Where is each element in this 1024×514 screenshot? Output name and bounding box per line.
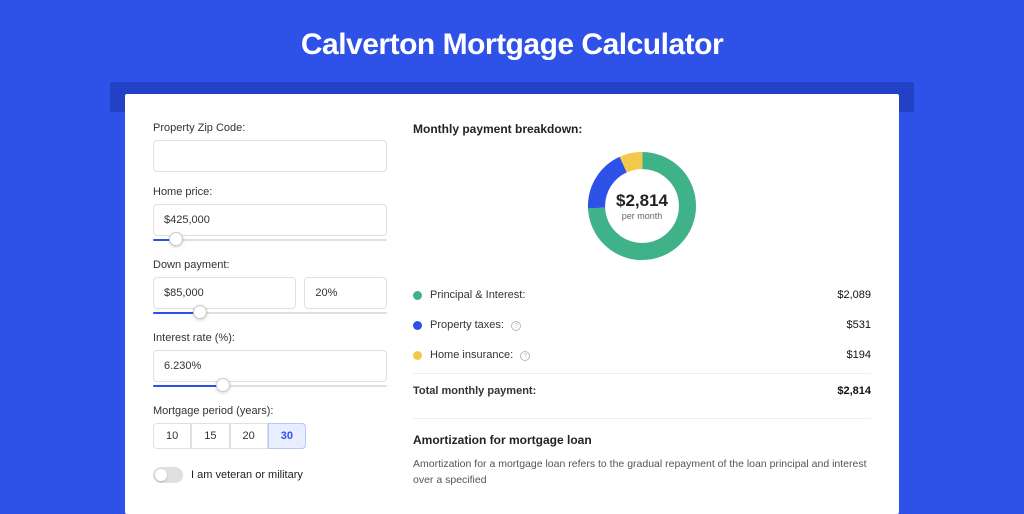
period-group: Mortgage period (years): 10 15 20 30: [153, 405, 387, 449]
info-icon[interactable]: ?: [520, 351, 530, 361]
veteran-toggle-row: I am veteran or military: [153, 467, 387, 483]
inputs-panel: Property Zip Code: Home price: Down paym…: [125, 94, 405, 514]
home-price-slider[interactable]: [153, 235, 387, 245]
home-price-input[interactable]: [153, 204, 387, 236]
donut-center-amount: $2,814: [616, 191, 668, 211]
legend-name: Home insurance: ?: [430, 349, 847, 361]
legend-name: Principal & Interest:: [430, 289, 837, 301]
legend-dot-icon: [413, 291, 422, 300]
slider-thumb[interactable]: [193, 305, 207, 319]
veteran-toggle[interactable]: [153, 467, 183, 483]
slider-thumb[interactable]: [169, 232, 183, 246]
legend-row-taxes: Property taxes: ? $531: [413, 310, 871, 340]
breakdown-panel: Monthly payment breakdown: $2,814 per mo…: [405, 94, 899, 514]
legend-row-principal: Principal & Interest: $2,089: [413, 280, 871, 310]
amortization-title: Amortization for mortgage loan: [413, 433, 871, 447]
amortization-section: Amortization for mortgage loan Amortizat…: [413, 418, 871, 489]
down-payment-input[interactable]: [153, 277, 296, 309]
veteran-label: I am veteran or military: [191, 469, 303, 481]
down-payment-group: Down payment:: [153, 259, 387, 318]
home-price-group: Home price:: [153, 186, 387, 245]
legend-value: $531: [847, 319, 871, 331]
period-option-20[interactable]: 20: [230, 423, 268, 449]
interest-rate-label: Interest rate (%):: [153, 332, 387, 344]
page-title: Calverton Mortgage Calculator: [0, 0, 1024, 82]
info-icon[interactable]: ?: [511, 321, 521, 331]
legend-dot-icon: [413, 351, 422, 360]
calculator-card: Property Zip Code: Home price: Down paym…: [125, 94, 899, 514]
total-label: Total monthly payment:: [413, 385, 837, 397]
breakdown-title: Monthly payment breakdown:: [413, 122, 871, 136]
legend-row-insurance: Home insurance: ? $194: [413, 340, 871, 370]
slider-thumb[interactable]: [216, 378, 230, 392]
amortization-text: Amortization for a mortgage loan refers …: [413, 457, 871, 489]
donut-chart: $2,814 per month: [582, 146, 702, 266]
legend-name: Property taxes: ?: [430, 319, 847, 331]
down-payment-slider[interactable]: [153, 308, 387, 318]
interest-rate-input[interactable]: [153, 350, 387, 382]
zip-label: Property Zip Code:: [153, 122, 387, 134]
down-payment-pct-input[interactable]: [304, 277, 387, 309]
donut-center-label: per month: [616, 211, 668, 221]
zip-group: Property Zip Code:: [153, 122, 387, 172]
zip-input[interactable]: [153, 140, 387, 172]
donut-chart-wrap: $2,814 per month: [413, 146, 871, 266]
period-label: Mortgage period (years):: [153, 405, 387, 417]
interest-rate-group: Interest rate (%):: [153, 332, 387, 391]
total-value: $2,814: [837, 385, 871, 397]
legend-dot-icon: [413, 321, 422, 330]
down-payment-label: Down payment:: [153, 259, 387, 271]
home-price-label: Home price:: [153, 186, 387, 198]
period-segment: 10 15 20 30: [153, 423, 387, 449]
legend-value: $2,089: [837, 289, 871, 301]
donut-center: $2,814 per month: [616, 191, 668, 221]
period-option-10[interactable]: 10: [153, 423, 191, 449]
period-option-15[interactable]: 15: [191, 423, 229, 449]
legend-value: $194: [847, 349, 871, 361]
legend-row-total: Total monthly payment: $2,814: [413, 373, 871, 406]
interest-rate-slider[interactable]: [153, 381, 387, 391]
period-option-30[interactable]: 30: [268, 423, 306, 449]
